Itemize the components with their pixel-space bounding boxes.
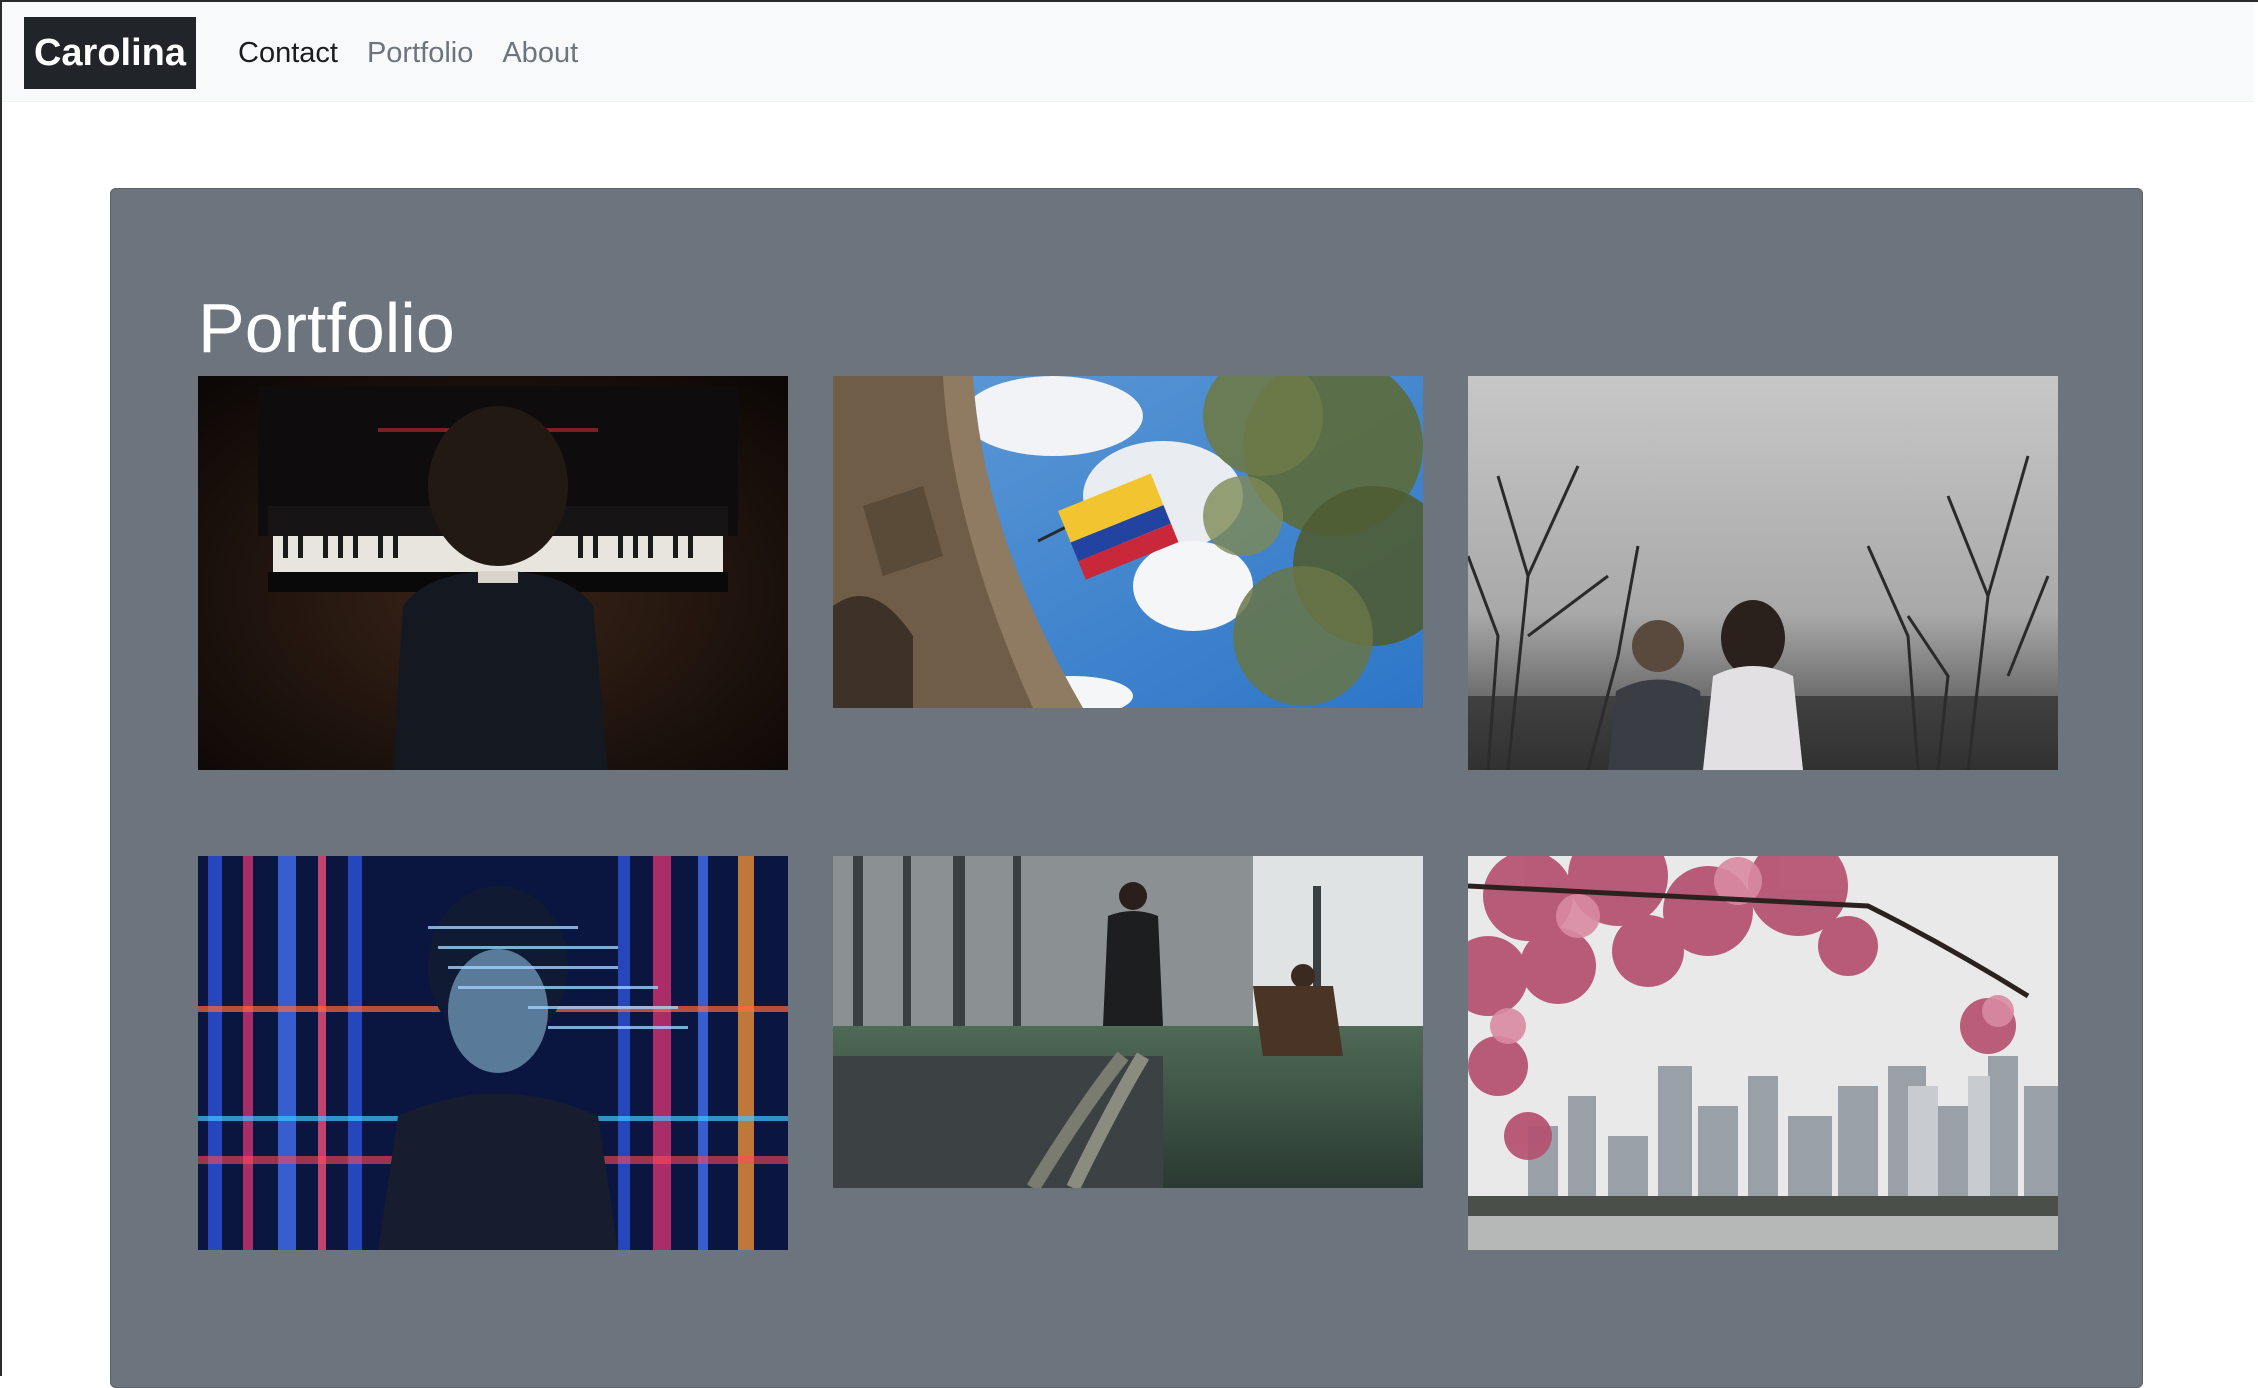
gym-image (833, 856, 1423, 1188)
gallery-image-gym[interactable] (833, 856, 1423, 1188)
gallery-image-blossoms[interactable] (1468, 856, 2058, 1250)
gallery-image-children[interactable] (1468, 376, 2058, 770)
nav-link-contact[interactable]: Contact (238, 32, 338, 74)
navbar: Carolina Contact Portfolio About (2, 2, 2254, 102)
portfolio-panel: Portfolio (110, 188, 2143, 1388)
children-image (1468, 376, 2058, 770)
nav-links: Contact Portfolio About (238, 32, 578, 74)
page-title: Portfolio (198, 289, 455, 367)
nav-link-portfolio[interactable]: Portfolio (367, 32, 473, 74)
blossoms-skyline-image (1468, 856, 2058, 1250)
gallery-image-piano[interactable] (198, 376, 788, 770)
gallery-image-code[interactable] (198, 856, 788, 1250)
code-projection-image (198, 856, 788, 1250)
flag-image (833, 376, 1423, 708)
piano-image (198, 376, 788, 770)
nav-link-about[interactable]: About (502, 32, 578, 74)
brand-logo[interactable]: Carolina (24, 17, 196, 89)
gallery-image-flag[interactable] (833, 376, 1423, 708)
